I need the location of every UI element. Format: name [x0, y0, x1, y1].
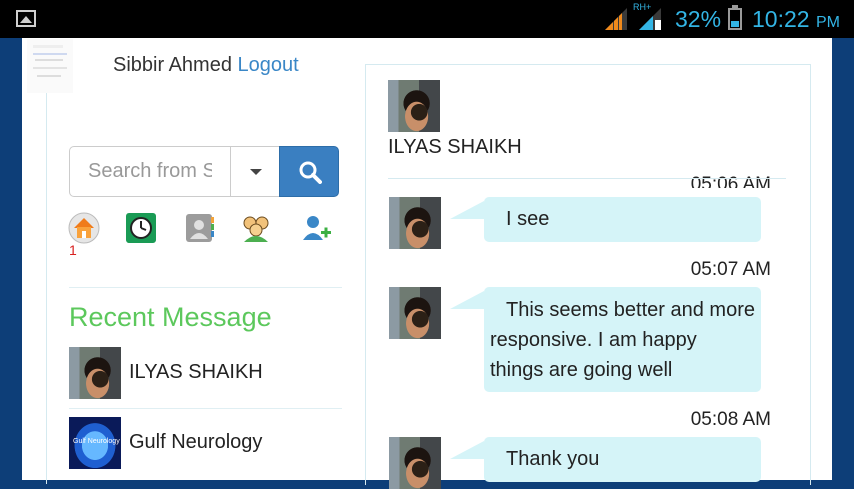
battery-icon [728, 5, 742, 30]
clock-icon[interactable] [125, 212, 157, 244]
recent-item-ilyas[interactable]: ILYAS SHAIKH [69, 347, 342, 402]
message-time: 05:06 AM [690, 174, 771, 188]
group-icon[interactable] [240, 212, 272, 244]
notification-count: 1 [69, 242, 77, 258]
search-dropdown-button[interactable] [230, 146, 280, 197]
recent-item-gulf-neurology[interactable]: Gulf Neurology Gulf Neurology [69, 417, 342, 472]
chat-divider [388, 178, 786, 179]
chat-contact-avatar [388, 80, 440, 132]
chat-contact-name: ILYAS SHAIKH [388, 136, 522, 158]
recent-message-title: Recent Message [69, 302, 272, 332]
contacts-icon[interactable] [184, 212, 216, 244]
message-time: 05:07 AM [690, 259, 771, 280]
add-user-icon[interactable] [301, 212, 333, 244]
message-avatar [389, 197, 441, 249]
clock-ampm: PM [815, 14, 840, 31]
search-bar [69, 146, 339, 197]
message-time: 05:08 AM [690, 409, 771, 430]
message-bubble: Thank you [450, 437, 761, 482]
avatar [69, 347, 121, 399]
status-bar: RH+ 32% 10:22 PM [0, 0, 854, 38]
message-bubble: This seems better and more responsive. I… [450, 287, 761, 392]
profile-avatar[interactable] [27, 39, 73, 93]
user-name: Sibbir Ahmed [113, 54, 232, 76]
divider [69, 408, 342, 409]
logo-text: Gulf Neurology [73, 438, 120, 445]
search-button[interactable] [279, 146, 339, 197]
message-avatar [389, 287, 441, 339]
signal-1-icon [605, 8, 627, 30]
divider [69, 287, 342, 288]
brain-logo: Gulf Neurology [69, 417, 121, 469]
logout-link[interactable]: Logout [238, 54, 299, 76]
search-input[interactable] [69, 146, 231, 197]
message-avatar [389, 437, 441, 489]
recent-item-name: Gulf Neurology [129, 431, 263, 453]
clock: 10:22 PM [752, 6, 840, 33]
signal-2-icon [639, 8, 661, 30]
battery-percent: 32% [675, 6, 722, 32]
image-notification-icon [16, 10, 36, 27]
message-text: This seems better and more responsive. I… [490, 299, 755, 381]
clock-time: 10:22 [752, 6, 810, 32]
home-icon[interactable] [68, 212, 100, 244]
user-info: Sibbir Ahmed Logout [113, 54, 299, 77]
message-bubble: I see [450, 197, 761, 242]
recent-item-name: ILYAS SHAIKH [129, 361, 263, 383]
search-icon [299, 161, 322, 184]
